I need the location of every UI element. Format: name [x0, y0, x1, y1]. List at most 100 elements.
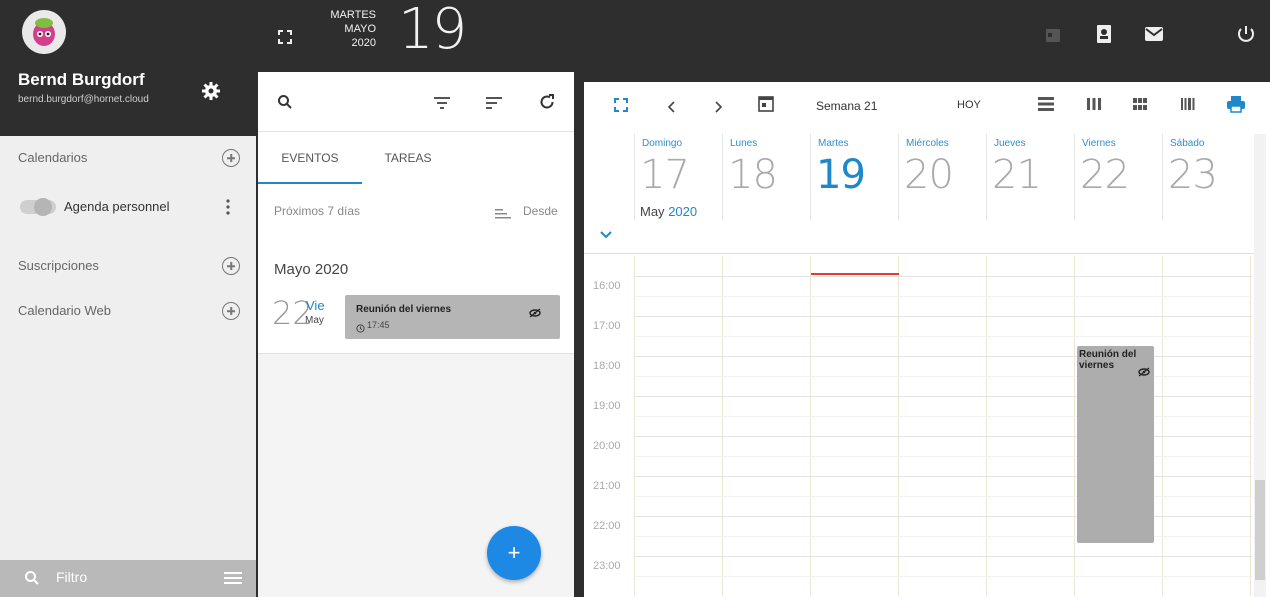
event-day-name: Vie: [306, 298, 325, 313]
private-eye-icon: [1138, 364, 1150, 382]
grid-vline: [1162, 256, 1163, 596]
agenda-event-card[interactable]: [345, 295, 560, 339]
current-time-line: [811, 273, 899, 275]
filter-input[interactable]: Filtro: [56, 569, 87, 585]
list-icon[interactable]: [224, 571, 242, 590]
gear-icon[interactable]: [200, 80, 222, 102]
expand-icon[interactable]: [278, 30, 292, 44]
grid-vline: [810, 256, 811, 596]
agenda-personnel-label[interactable]: Agenda personnel: [64, 199, 170, 214]
grid-vline: [898, 256, 899, 596]
grid-hline: [634, 536, 1252, 537]
prev-week-icon[interactable]: [667, 100, 676, 118]
webcal-label: Calendario Web: [18, 303, 111, 318]
scrollbar-thumb[interactable]: [1255, 480, 1265, 580]
hour-label: 16:00: [593, 280, 621, 292]
workweek-view-icon[interactable]: [1086, 96, 1102, 117]
more-options-icon[interactable]: [226, 198, 230, 216]
add-subscription-icon[interactable]: [222, 257, 240, 275]
grid-hline: [634, 316, 1252, 317]
contacts-icon[interactable]: [1094, 24, 1114, 44]
calendar-icon[interactable]: [1044, 26, 1064, 46]
week-label: Semana 21: [816, 99, 878, 113]
day-number: 19: [816, 152, 866, 198]
hour-label: 20:00: [593, 440, 621, 452]
grid-hline: [634, 416, 1252, 417]
agenda-month-title: Mayo 2020: [274, 261, 349, 278]
week-view-icon[interactable]: [1180, 96, 1196, 117]
filter-icon[interactable]: [434, 96, 450, 115]
grid-hline: [634, 336, 1252, 337]
next-week-icon[interactable]: [714, 100, 723, 118]
calendars-label: Calendarios: [18, 150, 88, 165]
hour-label: 17:00: [593, 320, 621, 332]
grid-hline: [634, 296, 1252, 297]
date-picker-icon[interactable]: [758, 94, 774, 117]
top-month: MAYO: [344, 23, 376, 35]
year-label[interactable]: 2020: [668, 204, 697, 219]
sort-icon[interactable]: [486, 96, 502, 115]
expand-icon[interactable]: [614, 98, 628, 122]
grid-hline: [634, 456, 1252, 457]
agenda-event-time: 17:45: [367, 320, 390, 330]
today-button[interactable]: HOY: [957, 99, 981, 111]
grid-hline: [634, 276, 1252, 277]
day-number: 20: [904, 152, 954, 198]
agenda-toggle-knob[interactable]: [34, 198, 52, 216]
grid-vline: [634, 256, 635, 596]
sort-direction-icon[interactable]: [495, 206, 511, 224]
tab-tareas[interactable]: TAREAS: [362, 132, 454, 184]
search-icon[interactable]: [277, 94, 293, 115]
day-name: Jueves: [994, 138, 1026, 149]
month-view-icon[interactable]: [1132, 96, 1148, 117]
day-view-icon[interactable]: [1038, 96, 1054, 117]
print-icon[interactable]: [1226, 94, 1246, 119]
grid-hline: [634, 436, 1252, 437]
grid-vline: [1250, 256, 1251, 596]
grid-vline: [1074, 256, 1075, 596]
agenda-toolbar: [258, 72, 574, 132]
day-name: Miércoles: [906, 138, 949, 149]
add-event-button[interactable]: +: [487, 526, 541, 580]
event-month: May: [305, 315, 324, 326]
day-name: Domingo: [642, 138, 683, 149]
day-number: 21: [992, 152, 1042, 198]
time-grid: [634, 256, 1252, 596]
month-year-label: May 2020: [640, 204, 697, 219]
search-icon: [24, 570, 40, 591]
grid-hline: [634, 356, 1252, 357]
clock-icon: [356, 320, 365, 338]
day-number: 22: [1080, 152, 1130, 198]
sort-label[interactable]: Desde: [523, 204, 558, 218]
grid-hline: [634, 396, 1252, 397]
avatar[interactable]: [22, 10, 66, 54]
add-calendar-icon[interactable]: [222, 149, 240, 167]
grid-hline: [634, 476, 1252, 477]
user-email: bernd.burgdorf@hornet.cloud: [18, 94, 149, 105]
add-webcal-icon[interactable]: [222, 302, 240, 320]
grid-hline: [634, 516, 1252, 517]
grid-hline: [634, 496, 1252, 497]
grid-vline: [986, 256, 987, 596]
user-name: Bernd Burgdorf: [18, 70, 145, 89]
month-label: May: [640, 204, 665, 219]
subscriptions-label: Suscripciones: [18, 258, 99, 273]
top-weekday: MARTES: [330, 9, 376, 21]
refresh-icon[interactable]: [538, 93, 556, 116]
day-name: Sábado: [1170, 138, 1205, 149]
tab-eventos[interactable]: EVENTOS: [258, 132, 362, 184]
top-day-number: 19: [398, 0, 467, 62]
hour-label: 21:00: [593, 480, 621, 492]
day-name: Lunes: [730, 138, 758, 149]
day-name: Viernes: [1082, 138, 1116, 149]
day-number: 18: [728, 152, 778, 198]
mail-icon[interactable]: [1144, 26, 1164, 46]
collapse-chevron-icon[interactable]: [600, 226, 612, 244]
hour-label: 22:00: [593, 520, 621, 532]
grid-hline: [634, 376, 1252, 377]
grid-hline: [634, 576, 1252, 577]
power-icon[interactable]: [1236, 24, 1256, 44]
header-divider: [584, 253, 1254, 254]
agenda-event-title: Reunión del viernes: [356, 304, 452, 315]
top-date-text: MARTES MAYO 2020: [312, 8, 376, 50]
